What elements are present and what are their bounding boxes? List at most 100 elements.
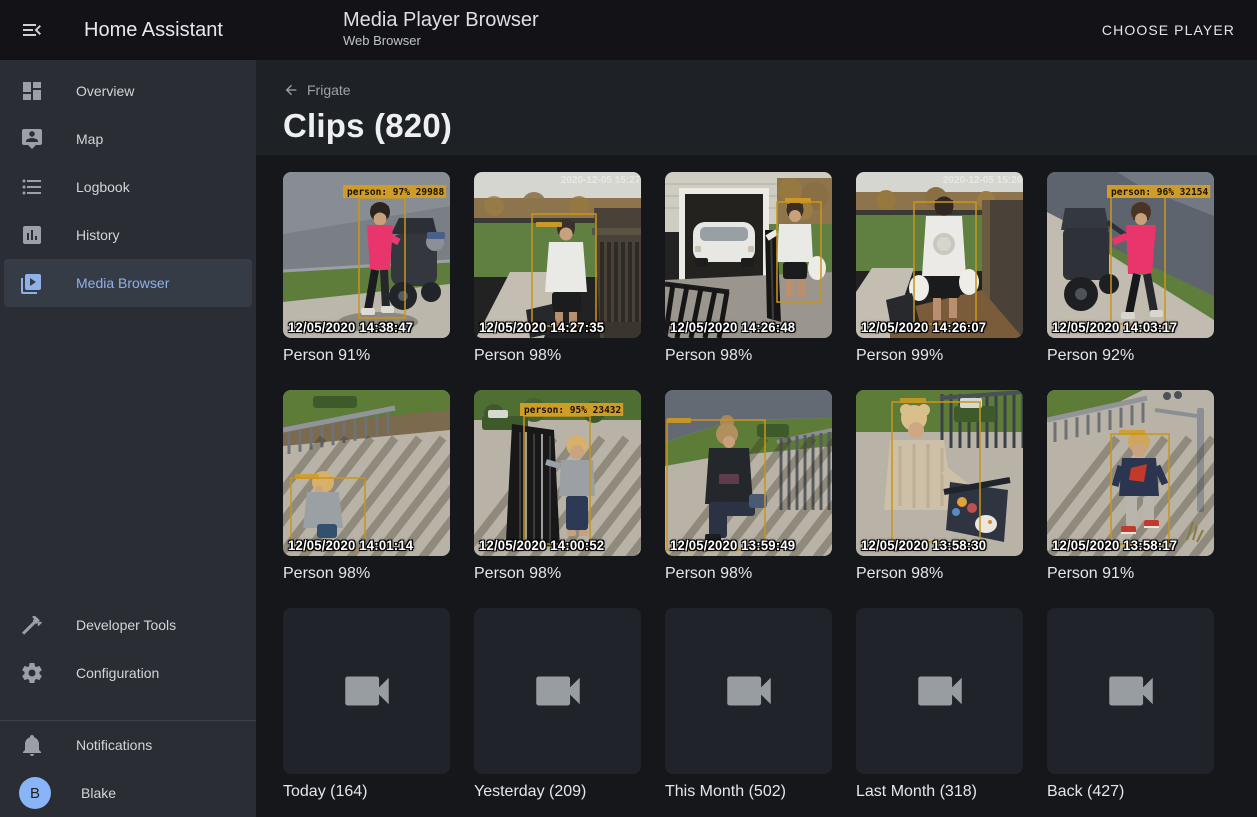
clip-label: Person 91% <box>1047 565 1214 583</box>
sidebar-item-overview[interactable]: Overview <box>4 67 252 115</box>
sidebar-menu-toggle-icon[interactable] <box>20 18 44 42</box>
sidebar-item-label: Logbook <box>76 179 130 195</box>
folder-card[interactable]: This Month (502) <box>665 608 832 801</box>
clip-card[interactable]: 12/05/2020 13:58:17 Person 91% <box>1047 390 1214 583</box>
folder-thumbnail <box>856 608 1023 774</box>
clip-image: person: 95% 23432 <box>474 390 641 556</box>
clip-image <box>665 172 832 338</box>
breadcrumb-label: Frigate <box>307 82 351 98</box>
clip-card[interactable]: person: 96% 32154 12/05/2020 14:03:17 Pe… <box>1047 172 1214 365</box>
sidebar-item-label: Blake <box>81 785 116 801</box>
clip-timestamp-overlay: 12/05/2020 14:26:48 <box>670 320 795 335</box>
video-camera-icon <box>338 662 396 720</box>
arrow-left-icon <box>283 82 299 98</box>
clip-card[interactable]: 12/05/2020 13:59:49 Person 98% <box>665 390 832 583</box>
sidebar-item-label: History <box>76 227 120 243</box>
clip-thumbnail: 12/05/2020 13:59:49 <box>665 390 832 556</box>
sidebar-item-map[interactable]: Map <box>4 115 252 163</box>
sidebar-item-label: Configuration <box>76 665 159 681</box>
clip-card[interactable]: 12/05/2020 14:26:48 Person 98% <box>665 172 832 365</box>
detection-banner: person: 96% 32154 <box>1107 185 1210 198</box>
sidebar-item-logbook[interactable]: Logbook <box>4 163 252 211</box>
clip-label: Person 99% <box>856 347 1023 365</box>
clip-thumbnail: person: 95% 23432 12/05/2020 14:00:52 <box>474 390 641 556</box>
map-person-icon <box>20 127 44 151</box>
breadcrumb-back[interactable]: Frigate <box>283 80 351 100</box>
clip-image: person: 96% 32154 <box>1047 172 1214 338</box>
clip-thumbnail: 12/05/2020 13:58:17 <box>1047 390 1214 556</box>
clip-timestamp-overlay: 12/05/2020 13:58:30 <box>861 538 986 553</box>
user-avatar: B <box>19 777 51 809</box>
clip-card[interactable]: 2020-12-05 15:26:06 12/05/2020 14:26:07 … <box>856 172 1023 365</box>
folder-thumbnail <box>474 608 641 774</box>
clip-label: Person 98% <box>665 347 832 365</box>
clip-timestamp-overlay: 12/05/2020 14:03:17 <box>1052 320 1177 335</box>
clip-card[interactable]: 12/05/2020 13:58:30 Person 98% <box>856 390 1023 583</box>
clip-label: Person 98% <box>474 347 641 365</box>
clip-timestamp-overlay: 12/05/2020 14:26:07 <box>861 320 986 335</box>
sidebar-item-media-browser[interactable]: Media Browser <box>4 259 252 307</box>
clip-thumbnail: 12/05/2020 14:01:14 <box>283 390 450 556</box>
video-camera-icon <box>911 662 969 720</box>
clip-label: Person 92% <box>1047 347 1214 365</box>
sidebar-item-developer-tools[interactable]: Developer Tools <box>4 601 252 649</box>
clip-image <box>283 390 450 556</box>
sidebar: Overview Map Logbook History Media Brows… <box>0 60 256 817</box>
folder-thumbnail <box>1047 608 1214 774</box>
folder-thumbnail <box>665 608 832 774</box>
bell-icon <box>20 733 44 757</box>
page-subtitle: Web Browser <box>343 33 539 48</box>
clip-label: Person 98% <box>474 565 641 583</box>
video-camera-icon <box>720 662 778 720</box>
clip-image <box>665 390 832 556</box>
sidebar-item-configuration[interactable]: Configuration <box>4 649 252 697</box>
page-title: Media Player Browser <box>343 8 539 32</box>
clip-thumbnail: 12/05/2020 13:58:30 <box>856 390 1023 556</box>
camera-osd-text: 2020-12-05 15:26:06 <box>943 175 1023 186</box>
clip-timestamp-overlay: 12/05/2020 14:00:52 <box>479 538 604 553</box>
clip-image: person: 97% 29988 <box>283 172 450 338</box>
clip-thumbnail: 12/05/2020 14:26:48 <box>665 172 832 338</box>
folder-label: Today (164) <box>283 783 450 801</box>
clips-grid: person: 97% 29988 12/05/2020 14:38:47 Pe… <box>256 155 1257 801</box>
clip-card[interactable]: person: 97% 29988 12/05/2020 14:38:47 Pe… <box>283 172 450 365</box>
history-chart-icon <box>20 223 44 247</box>
logbook-list-icon <box>20 175 44 199</box>
clip-thumbnail: 2020-12-05 15:26:06 12/05/2020 14:26:07 <box>856 172 1023 338</box>
clip-card[interactable]: 2020-12-05 15:27:35 12/05/2020 14:27:35 … <box>474 172 641 365</box>
clip-timestamp-overlay: 12/05/2020 13:59:49 <box>670 538 795 553</box>
sidebar-spacer <box>0 307 256 601</box>
app-bar: Home Assistant Media Player Browser Web … <box>0 0 1257 60</box>
clip-label: Person 98% <box>283 565 450 583</box>
page-heading: Clips (820) <box>283 106 1257 146</box>
sidebar-item-notifications[interactable]: Notifications <box>4 721 252 769</box>
folder-label: Yesterday (209) <box>474 783 641 801</box>
folder-label: Last Month (318) <box>856 783 1023 801</box>
sidebar-item-label: Notifications <box>76 737 152 753</box>
choose-player-button[interactable]: CHOOSE PLAYER <box>1094 14 1243 46</box>
clip-image <box>474 172 641 338</box>
clip-label: Person 98% <box>665 565 832 583</box>
svg-text:person: 96% 32154: person: 96% 32154 <box>1111 187 1209 198</box>
detection-banner: person: 97% 29988 <box>343 185 446 198</box>
video-camera-icon <box>529 662 587 720</box>
folder-label: Back (427) <box>1047 783 1214 801</box>
camera-osd-text: 2020-12-05 15:27:35 <box>561 175 641 186</box>
sidebar-item-history[interactable]: History <box>4 211 252 259</box>
folder-card[interactable]: Today (164) <box>283 608 450 801</box>
hammer-icon <box>20 613 44 637</box>
clip-label: Person 98% <box>856 565 1023 583</box>
detection-banner: person: 95% 23432 <box>520 403 623 416</box>
folder-card[interactable]: Last Month (318) <box>856 608 1023 801</box>
clip-card[interactable]: 12/05/2020 14:01:14 Person 98% <box>283 390 450 583</box>
sidebar-item-user-profile[interactable]: B Blake <box>4 769 252 817</box>
folder-card[interactable]: Back (427) <box>1047 608 1214 801</box>
sidebar-item-label: Developer Tools <box>76 617 176 633</box>
video-camera-icon <box>1102 662 1160 720</box>
clip-card[interactable]: person: 95% 23432 12/05/2020 14:00:52 Pe… <box>474 390 641 583</box>
clip-label: Person 91% <box>283 347 450 365</box>
clip-image <box>856 172 1023 338</box>
svg-text:person: 95% 23432: person: 95% 23432 <box>524 405 621 416</box>
folder-card[interactable]: Yesterday (209) <box>474 608 641 801</box>
sidebar-item-label: Map <box>76 131 103 147</box>
